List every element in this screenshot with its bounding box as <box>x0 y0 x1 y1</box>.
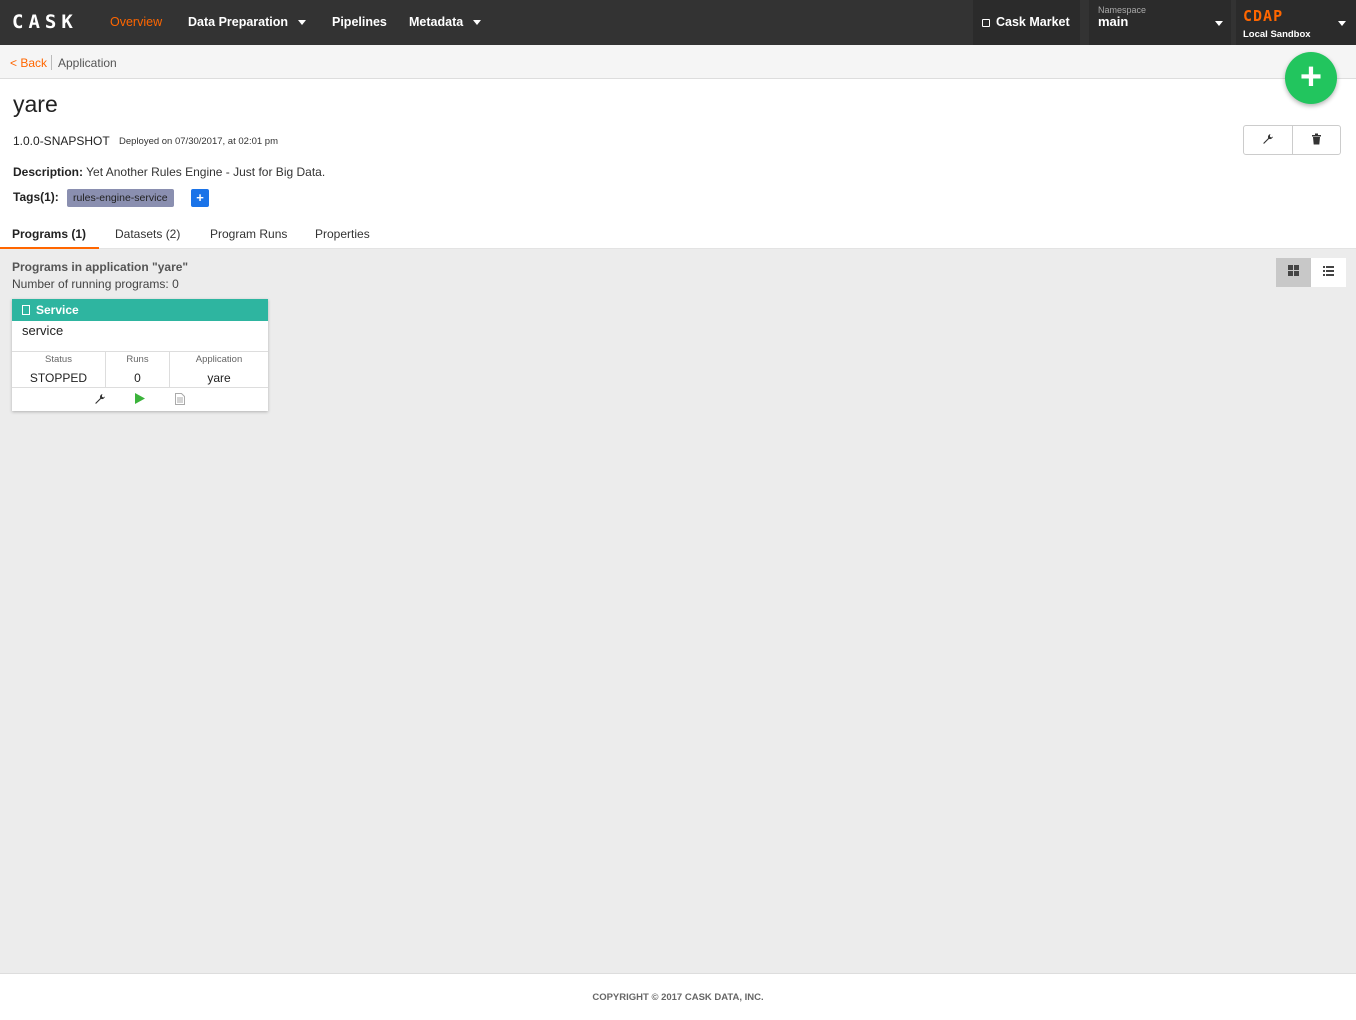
application-value: yare <box>207 371 231 385</box>
grid-view-icon[interactable] <box>1276 258 1311 287</box>
lock-icon <box>982 19 990 27</box>
program-stats: Status STOPPED Runs 0 Application yare <box>12 351 268 388</box>
namespace-value: main <box>1098 14 1129 29</box>
tab-program-runs[interactable]: Program Runs <box>210 227 287 241</box>
runs-label: Runs <box>126 354 149 365</box>
nav-overview[interactable]: Overview <box>110 15 162 29</box>
play-icon[interactable] <box>135 393 145 407</box>
cask-market-label: Cask Market <box>996 15 1070 29</box>
breadcrumb: < Back Application <box>0 45 1356 79</box>
runs-stat: Runs 0 <box>106 352 170 388</box>
description-label: Description: <box>13 165 84 179</box>
status-label: Status <box>45 354 72 365</box>
back-link[interactable]: < Back <box>10 56 47 70</box>
app-version: 1.0.0-SNAPSHOT <box>13 134 110 148</box>
actions-divider <box>1292 126 1293 154</box>
service-icon <box>22 305 30 315</box>
cdap-menu[interactable]: CDAP Local Sandbox <box>1236 0 1356 45</box>
add-entity-button[interactable]: + <box>1285 52 1337 104</box>
cdap-logo: CDAP <box>1243 7 1284 25</box>
program-card[interactable]: Service service Status STOPPED Runs 0 Ap… <box>12 299 268 411</box>
add-tag-button[interactable]: + <box>191 189 209 207</box>
logs-icon[interactable] <box>175 393 185 408</box>
breadcrumb-current: Application <box>58 56 117 70</box>
nav-metadata-label: Metadata <box>409 15 464 29</box>
page-title: yare <box>13 91 58 117</box>
tab-datasets[interactable]: Datasets (2) <box>115 227 180 241</box>
nav-data-preparation[interactable]: Data Preparation <box>188 15 307 29</box>
deployed-date: Deployed on 07/30/2017, at 02:01 pm <box>119 136 278 147</box>
runs-value: 0 <box>134 371 141 385</box>
program-type-header: Service <box>12 299 268 321</box>
app-actions <box>1243 125 1341 155</box>
tags-label: Tags(1): <box>13 190 59 204</box>
footer: COPYRIGHT © 2017 CASK DATA, INC. <box>0 973 1356 1020</box>
description-text: Yet Another Rules Engine - Just for Big … <box>86 165 326 179</box>
running-programs-count: Number of running programs: 0 <box>12 277 179 291</box>
list-view-icon[interactable] <box>1311 258 1346 287</box>
programs-title: Programs in application "yare" <box>12 260 189 274</box>
nav-pipelines[interactable]: Pipelines <box>332 15 387 29</box>
cdap-sandbox-label: Local Sandbox <box>1243 29 1311 40</box>
status-stat: Status STOPPED <box>12 352 106 388</box>
chevron-down-icon <box>1215 21 1223 26</box>
tab-properties[interactable]: Properties <box>315 227 370 241</box>
active-tab-indicator <box>0 247 99 249</box>
trash-icon[interactable] <box>1311 133 1322 148</box>
wrench-icon[interactable] <box>1262 133 1274 148</box>
app-header: + yare 1.0.0-SNAPSHOT Deployed on 07/30/… <box>0 52 1356 249</box>
tag-chip[interactable]: rules-engine-service <box>67 189 174 207</box>
application-label: Application <box>195 354 243 365</box>
copyright-text: COPYRIGHT © 2017 CASK DATA, INC. <box>592 992 764 1003</box>
tab-programs[interactable]: Programs (1) <box>12 227 86 241</box>
namespace-selector[interactable]: Namespace main <box>1089 0 1231 45</box>
cask-logo[interactable]: CASK <box>12 11 78 33</box>
program-type-label: Service <box>36 303 79 317</box>
view-toggle <box>1276 258 1346 287</box>
nav-metadata[interactable]: Metadata <box>409 15 482 29</box>
chevron-down-icon <box>473 20 482 26</box>
chevron-down-icon <box>298 20 307 26</box>
wrench-icon[interactable] <box>94 393 106 408</box>
breadcrumb-divider <box>51 55 52 70</box>
app-tabs: Programs (1) Datasets (2) Program Runs P… <box>0 226 1356 249</box>
nav-data-preparation-label: Data Preparation <box>188 15 289 29</box>
application-stat: Application yare <box>170 352 268 388</box>
cask-market-button[interactable]: Cask Market <box>973 0 1080 45</box>
program-name[interactable]: service <box>22 323 63 338</box>
app-description: Description: Yet Another Rules Engine - … <box>13 165 325 179</box>
top-navbar: CASK Overview Data Preparation Pipelines… <box>0 0 1356 45</box>
status-value: STOPPED <box>29 371 88 385</box>
program-actions <box>12 389 268 411</box>
chevron-down-icon <box>1338 21 1346 26</box>
